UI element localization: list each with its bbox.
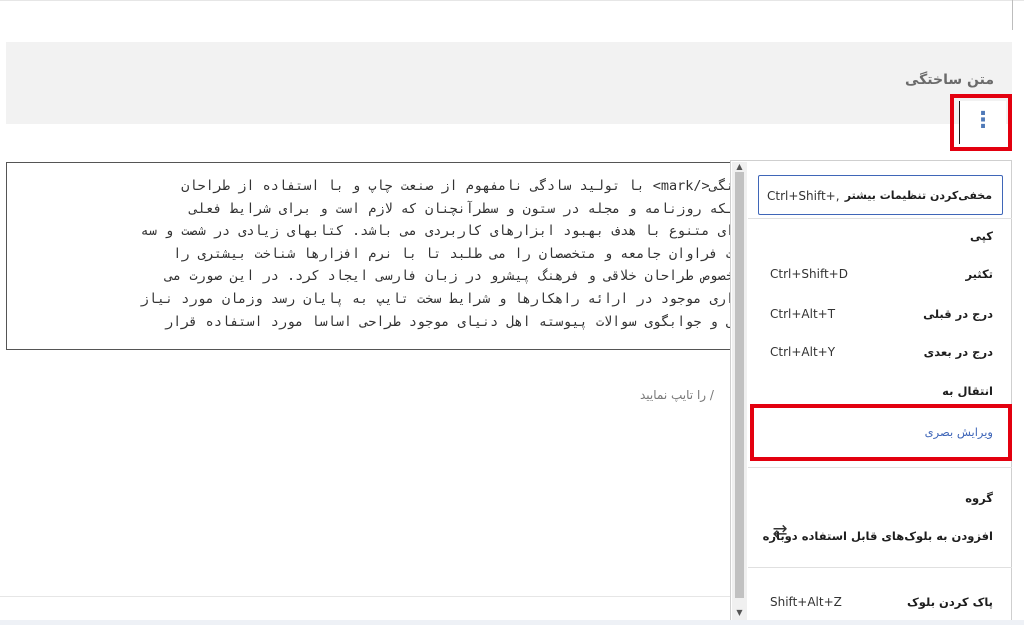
menu-scrollbar-thumb[interactable]: [735, 172, 744, 598]
menu-item-duplicate[interactable]: تکثیر Ctrl+Shift+D: [758, 256, 1003, 292]
menu-item-remove-block[interactable]: پاک کردن بلوک Shift+Alt+Z: [758, 584, 1003, 620]
block-title: متن ساختگی: [905, 72, 994, 88]
menu-item-label: افزودن به بلوک‌های قابل استفاده دوباره: [762, 529, 993, 543]
menu-item-copy[interactable]: کپی: [758, 218, 1003, 254]
menu-item-shortcut: Ctrl+Shift+D: [770, 267, 848, 281]
menu-separator: [748, 467, 1012, 468]
menu-item-label: درج در بعدی: [923, 345, 993, 359]
menu-item-add-reusable[interactable]: افزودن به بلوک‌های قابل استفاده دوباره: [758, 518, 1003, 554]
menu-item-label: تکثیر: [965, 267, 993, 281]
menu-item-insert-after[interactable]: درج در بعدی Ctrl+Alt+Y: [758, 334, 1003, 370]
menu-item-hide-settings[interactable]: مخفی‌کردن تنظیمات بیشتر Ctrl+Shift+,: [758, 175, 1003, 215]
menu-item-label: درج در قبلی: [923, 307, 993, 321]
menu-separator: [748, 567, 1012, 568]
bottom-strip: [0, 620, 1024, 625]
html-code-editor[interactable]: نگی</mark> با تولید سادگی نامفهوم از صنع…: [6, 162, 741, 350]
code-line: نگی</mark> با تولید سادگی نامفهوم از صنع…: [181, 178, 734, 194]
code-line: اری موجود در ارائه راهکارها و شرایط سخت …: [140, 290, 734, 307]
menu-item-label: مخفی‌کردن تنظیمات بیشتر: [844, 189, 992, 202]
code-line: ت فراوان جامعه و متخصصان را می طلبد تا ب…: [173, 245, 734, 262]
code-line: خصوص طراحان خلاقی و فرهنگ پیشرو در زبان …: [165, 268, 734, 285]
menu-item-label: انتقال به: [942, 384, 993, 398]
code-line: لکه روزنامه و مجله در ستون و سطرآنچنان ک…: [189, 200, 734, 217]
menu-item-shortcut: Ctrl+Alt+T: [770, 307, 836, 321]
top-divider: [0, 0, 1024, 1]
code-lines: نگی</mark> با تولید سادگی نامفهوم از صنع…: [141, 175, 734, 333]
menu-item-shortcut: Ctrl+Shift+,: [767, 189, 840, 203]
code-line: ی و جوابگوی سوالات پیوسته اهل دنیای موجو…: [165, 313, 734, 330]
scroll-down-arrow-icon[interactable]: ▼: [733, 608, 746, 617]
menu-item-group[interactable]: گروه: [758, 480, 1003, 516]
window-edge: [1012, 0, 1013, 30]
menu-item-shortcut: Shift+Alt+Z: [770, 595, 842, 609]
menu-item-label: کپی: [969, 229, 993, 243]
options-button-highlight: [950, 94, 1012, 151]
scroll-up-arrow-icon[interactable]: ▲: [733, 162, 746, 171]
menu-item-insert-before[interactable]: درج در قبلی Ctrl+Alt+T: [758, 296, 1003, 332]
block-header: متن ساختگی: [6, 42, 1012, 124]
bottom-divider: [0, 596, 730, 597]
menu-item-label: گروه: [965, 491, 993, 505]
edit-visually-highlight: [750, 404, 1012, 461]
reusable-icon: ⇄: [772, 521, 788, 542]
menu-item-shortcut: Ctrl+Alt+Y: [770, 345, 836, 359]
code-line: ای متنوع با هدف بهبود ابزارهای کاربردی م…: [140, 223, 734, 240]
block-appender-hint[interactable]: / را تایپ نمایید: [640, 388, 714, 402]
menu-item-label: پاک کردن بلوک: [907, 595, 993, 609]
